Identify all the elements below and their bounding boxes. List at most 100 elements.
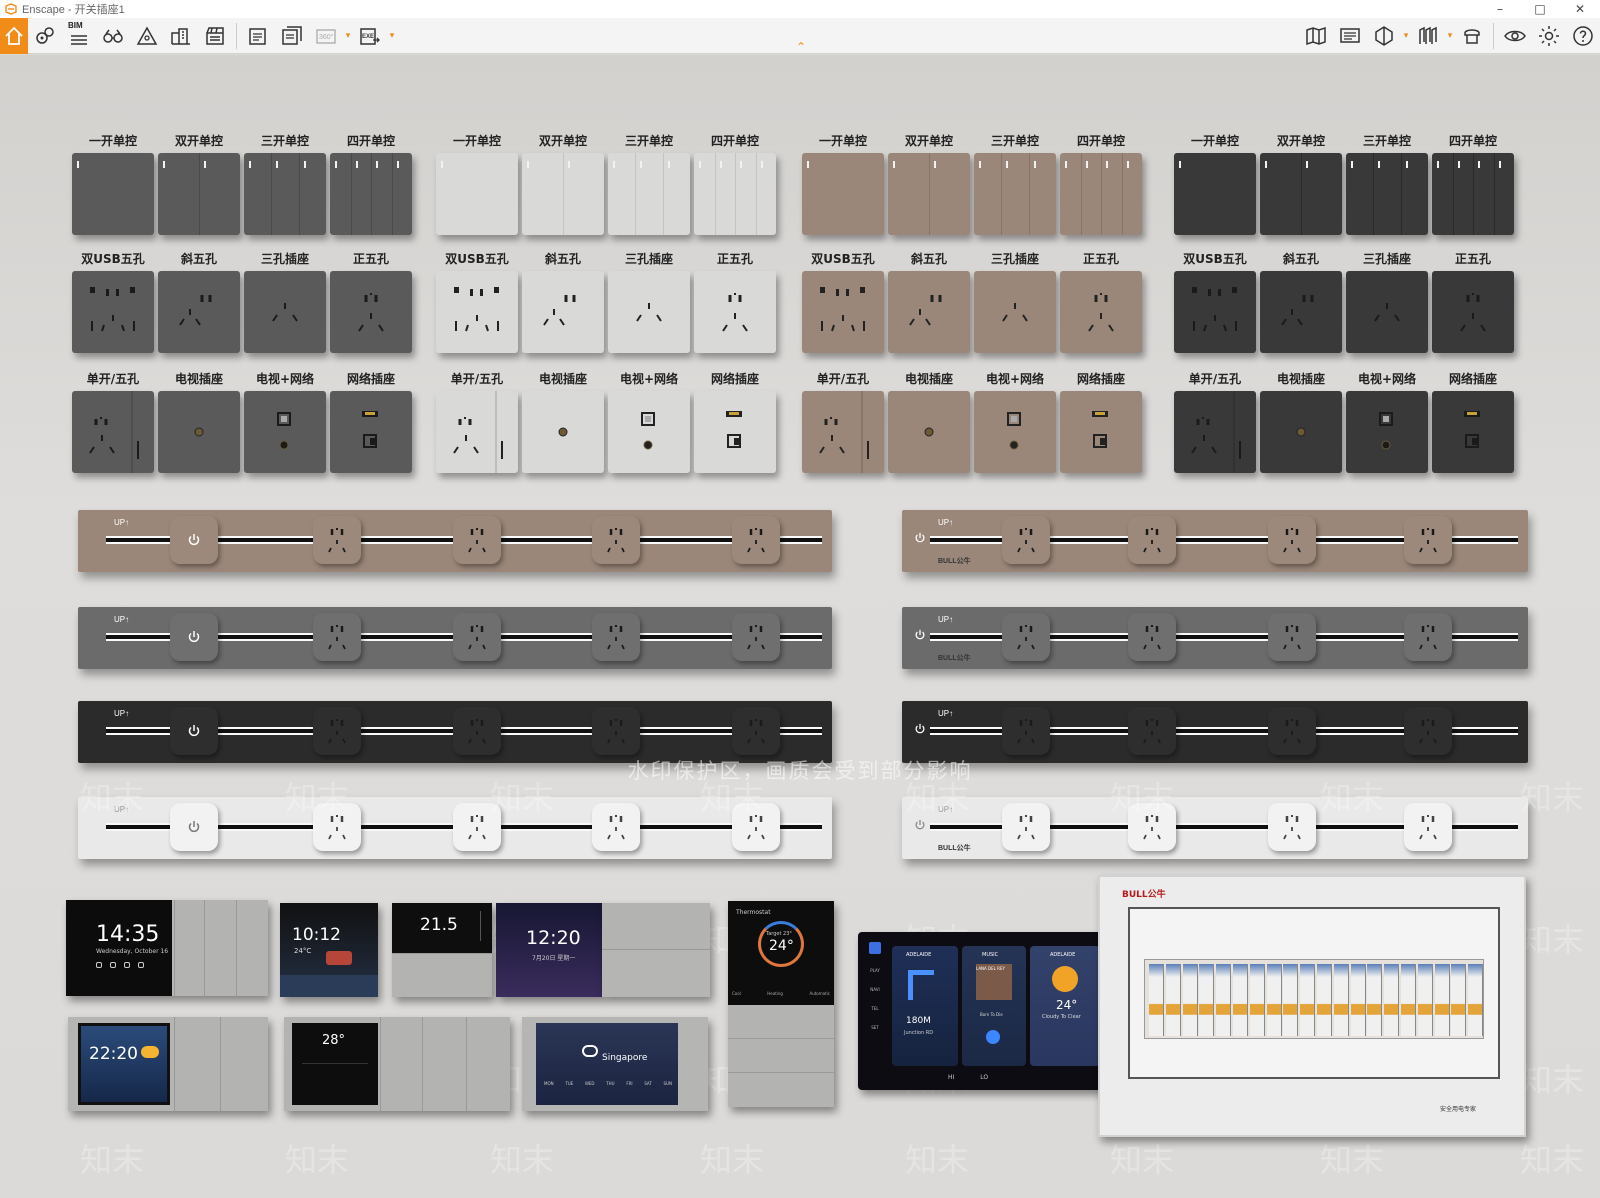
socket-module[interactable]	[1404, 613, 1452, 661]
socket-module[interactable]	[732, 613, 780, 661]
socket-module[interactable]	[1268, 613, 1316, 661]
switch-panel[interactable]	[1260, 271, 1342, 353]
minimize-button[interactable]: –	[1480, 0, 1520, 18]
close-button[interactable]: ✕	[1560, 0, 1600, 18]
switch-panel[interactable]	[72, 391, 154, 473]
socket-module[interactable]	[1128, 803, 1176, 851]
socket-module[interactable]	[1002, 803, 1050, 851]
socket-module[interactable]	[732, 707, 780, 755]
switch-panel[interactable]	[802, 153, 884, 235]
socket-module[interactable]	[732, 803, 780, 851]
switch-panel[interactable]	[72, 153, 154, 235]
switch-panel[interactable]	[1346, 391, 1428, 473]
socket-module[interactable]	[1268, 803, 1316, 851]
export-dropdown-icon[interactable]: ▾	[387, 18, 397, 54]
switch-panel[interactable]	[1432, 391, 1514, 473]
switch-panel[interactable]	[888, 271, 970, 353]
switch-panel[interactable]	[802, 271, 884, 353]
socket-module[interactable]	[592, 613, 640, 661]
socket-module[interactable]	[732, 516, 780, 564]
climate-hi[interactable]: HI	[948, 1074, 954, 1081]
settings-button[interactable]	[1532, 18, 1566, 54]
track-strip-long[interactable]: UP↑	[78, 701, 832, 763]
side-play[interactable]: PLAY	[870, 968, 880, 973]
atlas-button[interactable]	[1411, 18, 1445, 54]
panorama-button[interactable]: 360°	[309, 18, 343, 54]
switch-panel[interactable]	[330, 271, 412, 353]
socket-module[interactable]	[1404, 516, 1452, 564]
render-viewport[interactable]: 一开单控 双开单控 三开单控 四开单控 双USB五孔 斜五孔 三孔插座 正五孔 单开/五孔 电视插…	[0, 55, 1600, 1198]
switch-panel[interactable]	[72, 271, 154, 353]
socket-module[interactable]	[453, 803, 501, 851]
maximize-button[interactable]: □	[1520, 0, 1560, 18]
switch-panel[interactable]	[330, 153, 412, 235]
views-button[interactable]	[28, 18, 62, 54]
socket-module[interactable]	[1128, 516, 1176, 564]
power-button[interactable]	[170, 803, 218, 851]
socket-module[interactable]	[1404, 707, 1452, 755]
circuit-breaker[interactable]	[1249, 964, 1265, 1036]
switch-panel[interactable]	[1260, 391, 1342, 473]
switch-panel[interactable]	[1174, 153, 1256, 235]
switch-panel[interactable]	[1346, 153, 1428, 235]
circuit-breaker[interactable]	[1317, 964, 1332, 1036]
circuit-breaker[interactable]	[1199, 964, 1215, 1036]
socket-module[interactable]	[453, 613, 501, 661]
monitor-button[interactable]	[1333, 18, 1367, 54]
power-icon[interactable]	[914, 819, 926, 834]
switch-panel[interactable]	[694, 271, 776, 353]
mode-automatic[interactable]: Automatic	[809, 991, 830, 996]
switch-panel[interactable]	[158, 153, 240, 235]
help-button[interactable]	[1566, 18, 1600, 54]
socket-module[interactable]	[313, 707, 361, 755]
switch-panel[interactable]	[974, 153, 1056, 235]
collapse-toolbar-icon[interactable]: ⌃	[796, 40, 806, 54]
circuit-breaker[interactable]	[1468, 964, 1484, 1036]
socket-module[interactable]	[1128, 613, 1176, 661]
socket-module[interactable]	[1268, 516, 1316, 564]
track-strip-long[interactable]: UP↑	[78, 607, 832, 669]
switch-panel[interactable]	[888, 391, 970, 473]
power-button[interactable]	[170, 613, 218, 661]
switch-panel[interactable]	[802, 391, 884, 473]
side-set[interactable]: SET	[871, 1025, 879, 1030]
atmosphere-button[interactable]	[130, 18, 164, 54]
bim-button[interactable]: BIM	[62, 18, 96, 54]
switch-panel[interactable]	[158, 271, 240, 353]
socket-module[interactable]	[453, 516, 501, 564]
visibility-button[interactable]	[1498, 18, 1532, 54]
track-strip-short[interactable]: UP↑ BULL公牛	[902, 797, 1528, 859]
switch-panel[interactable]	[694, 153, 776, 235]
side-tel[interactable]: TEL	[871, 1006, 878, 1011]
socket-module[interactable]	[1002, 516, 1050, 564]
switch-panel[interactable]	[974, 391, 1056, 473]
panorama-dropdown-icon[interactable]: ▾	[343, 18, 353, 54]
power-button[interactable]	[170, 707, 218, 755]
switch-panel[interactable]	[244, 391, 326, 473]
switch-panel[interactable]	[1060, 153, 1142, 235]
switch-panel[interactable]	[1346, 271, 1428, 353]
circuit-breaker[interactable]	[1434, 964, 1450, 1036]
power-button[interactable]	[170, 516, 218, 564]
switch-panel[interactable]	[1060, 391, 1142, 473]
view-mode-dropdown-icon[interactable]: ▾	[1401, 18, 1411, 54]
climate-lo[interactable]: LO	[980, 1074, 988, 1081]
switch-panel[interactable]	[522, 271, 604, 353]
power-icon[interactable]	[914, 723, 926, 738]
switch-panel[interactable]	[1432, 271, 1514, 353]
switch-panel[interactable]	[436, 391, 518, 473]
switch-panel[interactable]	[330, 391, 412, 473]
circuit-breaker[interactable]	[1283, 964, 1299, 1036]
map-button[interactable]	[1299, 18, 1333, 54]
power-icon[interactable]	[914, 532, 926, 547]
socket-module[interactable]	[592, 707, 640, 755]
socket-module[interactable]	[313, 613, 361, 661]
track-strip-short[interactable]: UP↑	[902, 701, 1528, 763]
switch-panel[interactable]	[436, 153, 518, 235]
export-button[interactable]: EXE	[353, 18, 387, 54]
side-navi[interactable]: NAVI	[870, 987, 879, 992]
socket-module[interactable]	[592, 516, 640, 564]
switch-panel[interactable]	[244, 153, 326, 235]
batch-render-button[interactable]	[275, 18, 309, 54]
socket-module[interactable]	[1128, 707, 1176, 755]
